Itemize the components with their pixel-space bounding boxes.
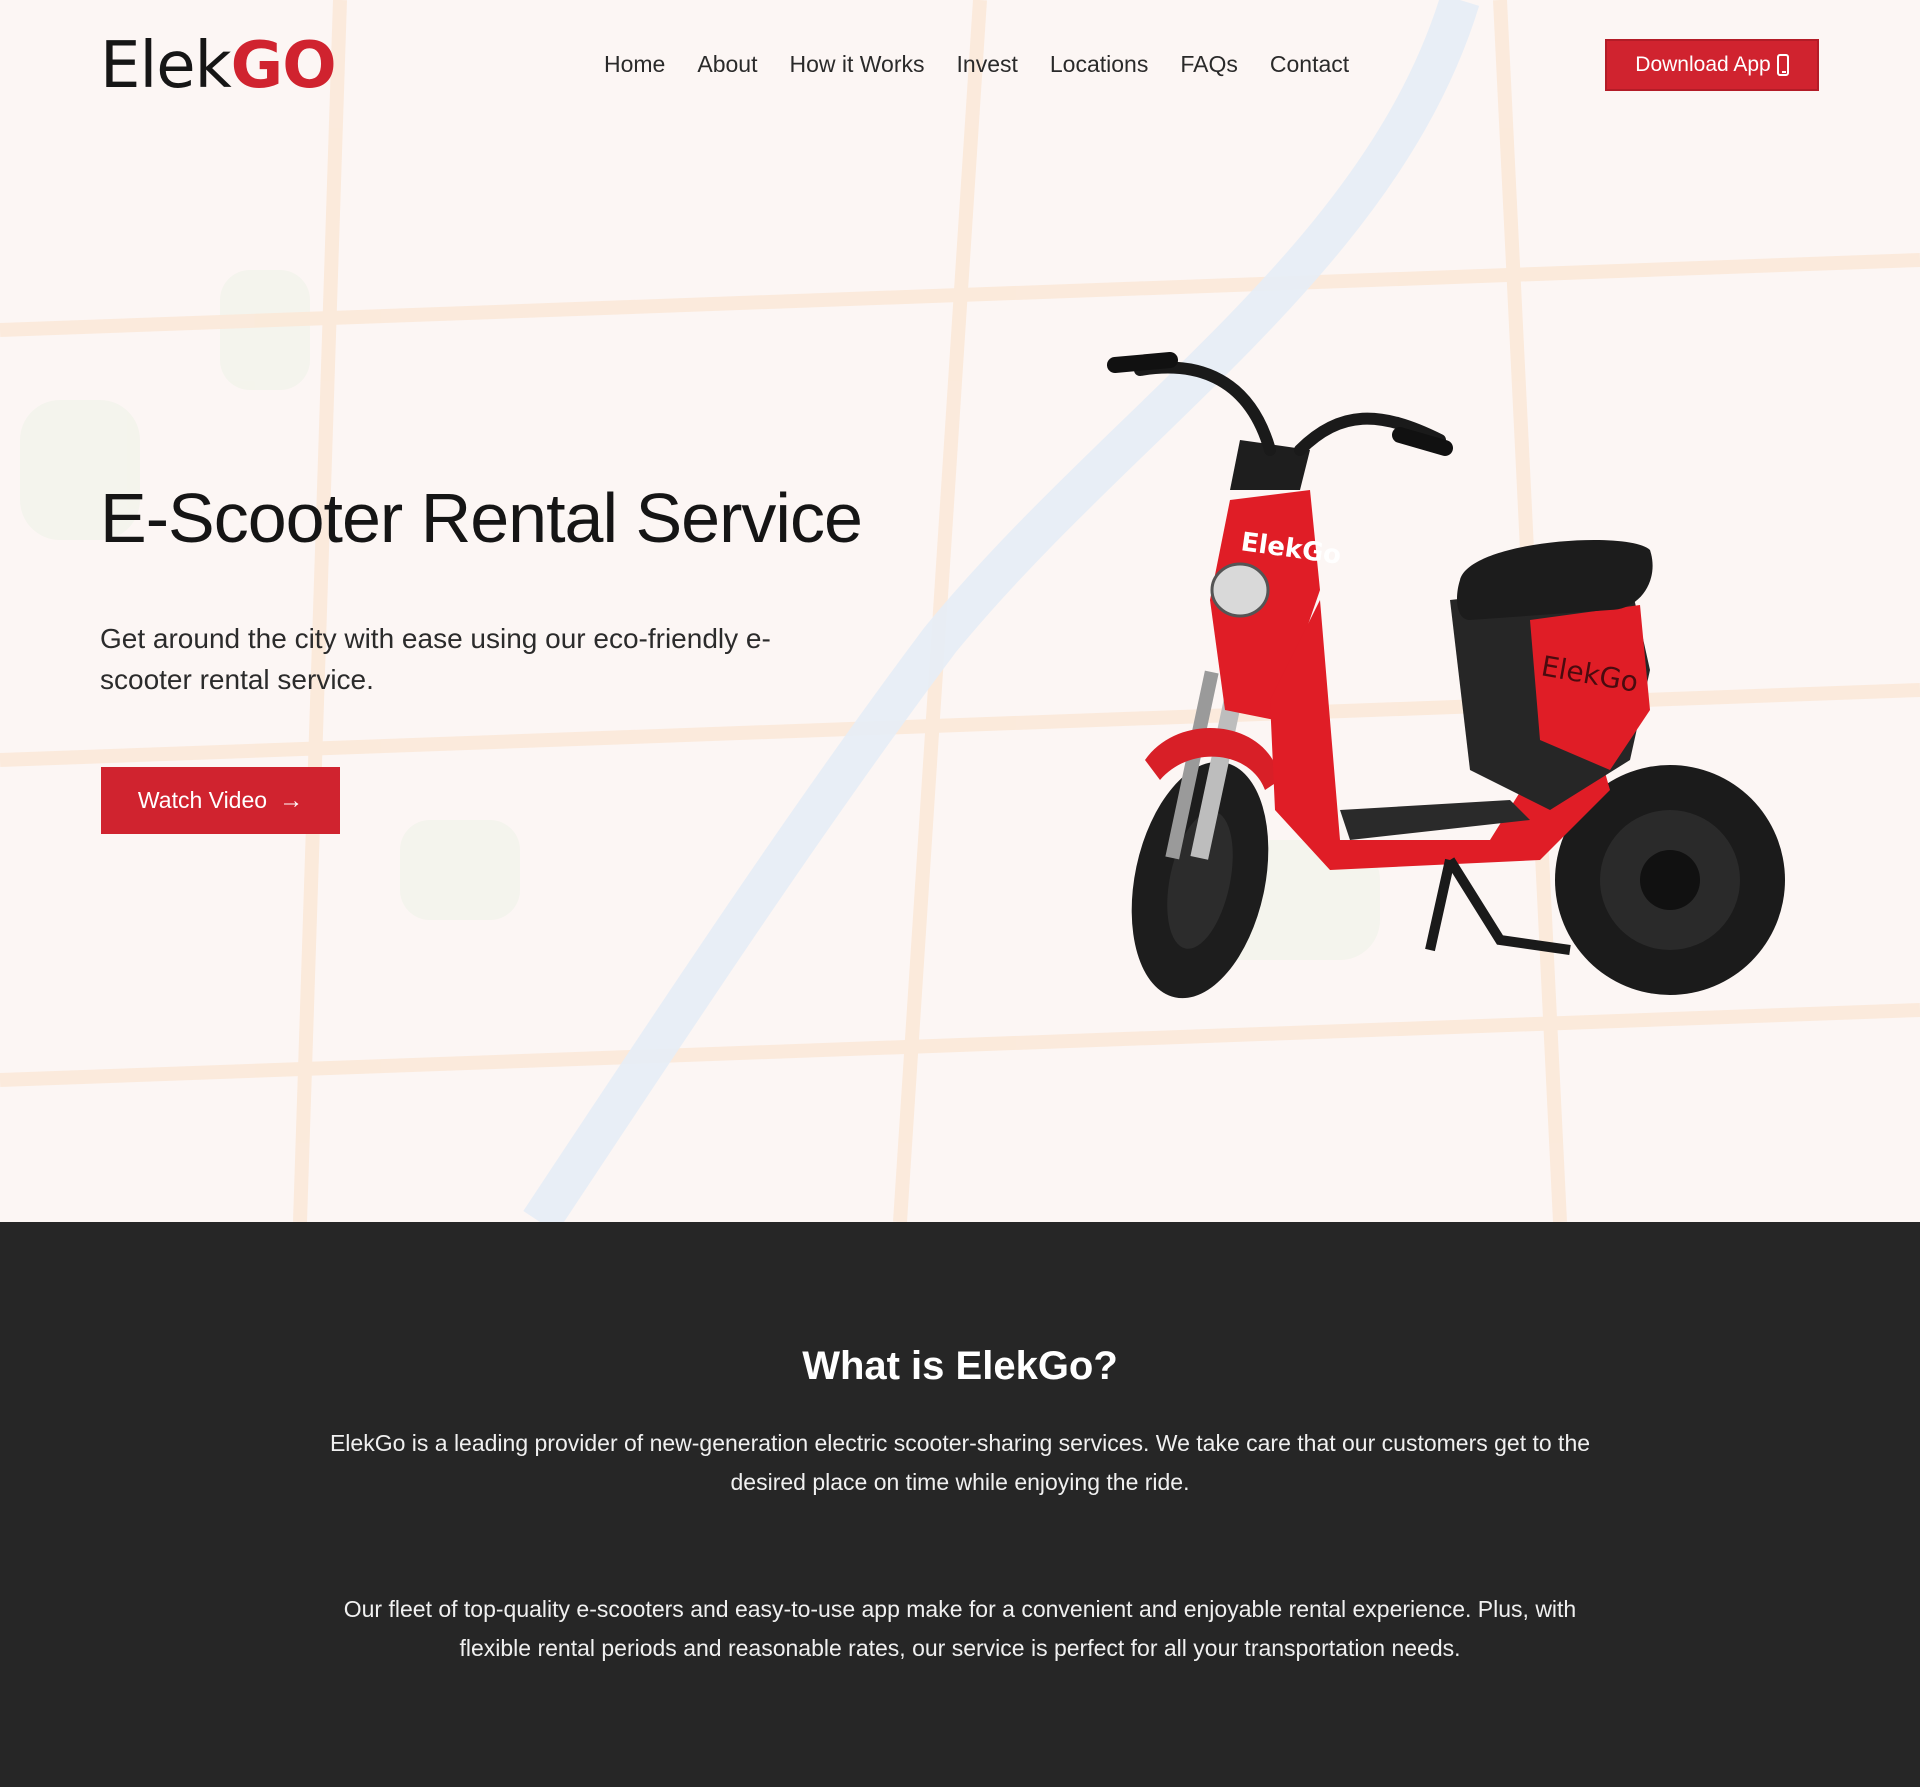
about-paragraph-1: ElekGo is a leading provider of new-gene… bbox=[329, 1430, 1591, 1495]
download-app-button[interactable]: Download App bbox=[1605, 39, 1819, 91]
about-paragraph-2: Our fleet of top-quality e-scooters and … bbox=[343, 1596, 1577, 1661]
watch-video-label: Watch Video bbox=[137, 787, 268, 813]
hero-section: ElekGO Home About How it Works Invest Lo… bbox=[0, 0, 1920, 1222]
nav-contact[interactable]: Contact bbox=[1254, 47, 1365, 81]
watch-video-button[interactable]: Watch Video → bbox=[101, 767, 340, 834]
logo[interactable]: ElekGO bbox=[100, 34, 337, 98]
hero-title: E-Scooter Rental Service bbox=[100, 479, 863, 557]
logo-text-go: GO bbox=[230, 29, 337, 103]
main-nav: Home About How it Works Invest Locations… bbox=[588, 47, 1365, 81]
arrow-right-icon: → bbox=[279, 786, 304, 814]
logo-text-elek: Elek bbox=[100, 29, 232, 103]
download-app-label: Download App bbox=[1635, 53, 1771, 76]
nav-faqs[interactable]: FAQs bbox=[1164, 47, 1254, 81]
about-heading: What is ElekGo? bbox=[802, 1344, 1118, 1388]
nav-home[interactable]: Home bbox=[588, 47, 681, 81]
phone-icon bbox=[1776, 54, 1789, 76]
nav-about[interactable]: About bbox=[681, 47, 773, 81]
nav-how-it-works[interactable]: How it Works bbox=[773, 47, 940, 81]
nav-invest[interactable]: Invest bbox=[941, 47, 1034, 81]
about-section: What is ElekGo? ElekGo is a leading prov… bbox=[0, 1222, 1920, 1787]
scooter-image: ElekGo ElekGo bbox=[1107, 352, 1785, 999]
hero-subtitle: Get around the city with ease using our … bbox=[100, 623, 771, 695]
nav-locations[interactable]: Locations bbox=[1034, 47, 1164, 81]
